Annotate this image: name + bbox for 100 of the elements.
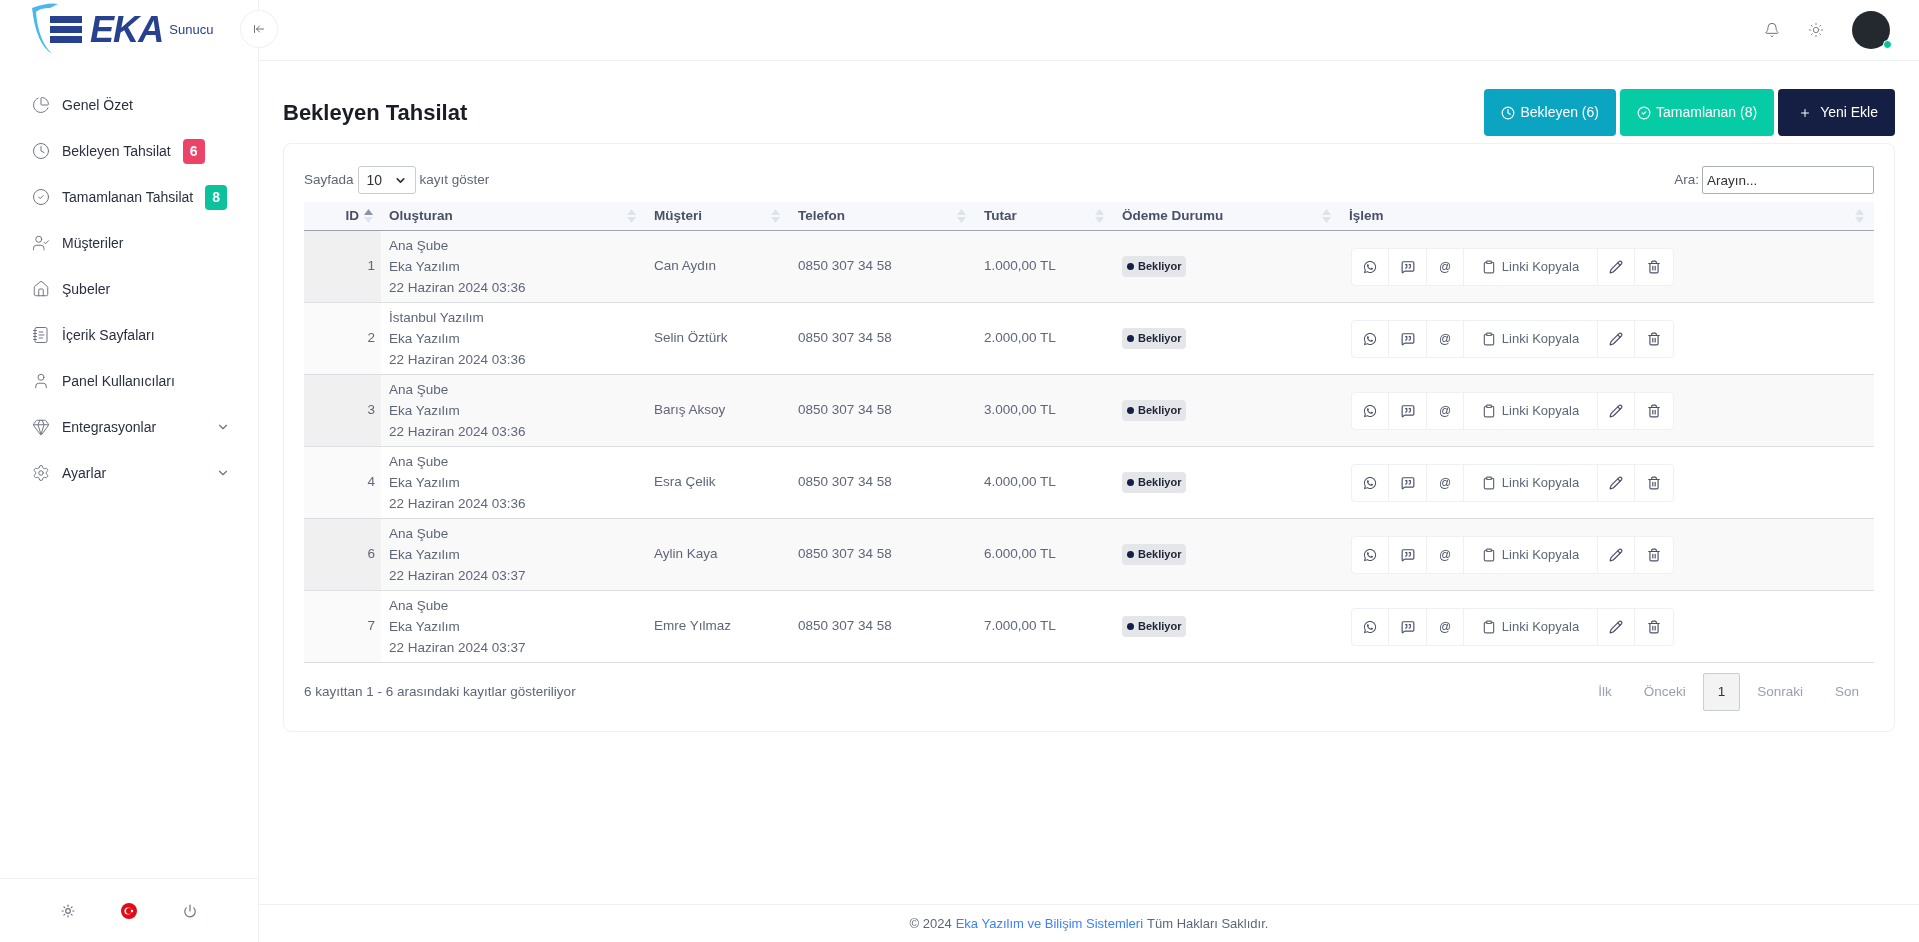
nav-icon: [32, 464, 50, 482]
copy-link-button[interactable]: Linki Kopyala: [1464, 248, 1598, 285]
sidebar-item-label: Şubeler: [62, 279, 111, 299]
email-button[interactable]: @: [1427, 464, 1464, 501]
phone-cell-text: 0850 307 34 58: [798, 473, 892, 492]
column-header[interactable]: Müşteri: [646, 202, 790, 230]
power-icon[interactable]: [183, 903, 197, 918]
page-length-select[interactable]: 10: [357, 166, 416, 194]
pencil-icon: [1609, 331, 1623, 346]
phone-cell-text: 0850 307 34 58: [798, 329, 892, 348]
quote-bubble-icon: [1400, 403, 1415, 418]
clipboard-icon: [1481, 331, 1496, 346]
amount-cell-text: 3.000,00 TL: [984, 401, 1056, 420]
amount-cell-text: 7.000,00 TL: [984, 617, 1056, 636]
theme-icon[interactable]: [61, 903, 75, 918]
column-header[interactable]: Tutar: [976, 202, 1114, 230]
email-button[interactable]: @: [1427, 536, 1464, 573]
clock-icon: [1501, 105, 1516, 120]
id-cell: 6: [304, 519, 381, 590]
column-header[interactable]: İşlem: [1341, 202, 1874, 230]
pencil-icon: [1609, 259, 1623, 274]
header-action-button[interactable]: Yeni Ekle: [1778, 89, 1895, 136]
trash-icon: [1647, 619, 1661, 634]
logo-subtitle: Sunucu: [169, 21, 214, 40]
creator-line: İstanbul Yazılım: [389, 309, 485, 327]
count-badge: 8: [205, 184, 228, 210]
sidebar-item[interactable]: Panel Kullanıcıları: [0, 358, 258, 404]
sidebar-item-label: Tamamlanan Tahsilat: [62, 187, 194, 207]
check-icon: [1637, 105, 1651, 120]
whatsapp-icon: [1363, 475, 1377, 490]
email-button[interactable]: @: [1427, 608, 1464, 645]
amount-cell-text: 4.000,00 TL: [984, 473, 1056, 492]
sidebar-item[interactable]: Entegrasyonlar: [0, 404, 258, 450]
nav-icon: [32, 188, 50, 206]
creator-line: Ana Şube: [389, 237, 450, 255]
quote-bubble-icon: [1400, 475, 1415, 490]
column-header[interactable]: Oluşturan: [381, 202, 646, 230]
search-field[interactable]: Arayın...: [1702, 166, 1874, 194]
whatsapp-icon: [1363, 259, 1377, 274]
count-badge: 6: [182, 138, 205, 164]
amount-cell-text: 2.000,00 TL: [984, 329, 1056, 348]
pagination-button[interactable]: 1: [1702, 673, 1741, 711]
copy-link-button[interactable]: Linki Kopyala: [1464, 536, 1598, 573]
creator-line: 22 Haziran 2024 03:37: [389, 567, 527, 585]
pencil-icon: [1609, 547, 1623, 562]
page-title: Bekleyen Tahsilat: [283, 99, 468, 127]
creator-line: Eka Yazılım: [389, 258, 461, 276]
phone-cell-text: 0850 307 34 58: [798, 257, 892, 276]
amount-cell-text: 1.000,00 TL: [984, 257, 1056, 276]
phone-cell-text: 0850 307 34 58: [798, 545, 892, 564]
sidebar-item-label: İçerik Sayfaları: [62, 325, 155, 345]
email-button[interactable]: @: [1427, 248, 1464, 285]
creator-line: 22 Haziran 2024 03:37: [389, 639, 527, 657]
clipboard-icon: [1481, 619, 1496, 634]
sidebar-item[interactable]: Müşteriler: [0, 220, 258, 266]
user-avatar[interactable]: [1852, 11, 1890, 49]
clipboard-icon: [1481, 403, 1496, 418]
plus-icon: [1799, 106, 1812, 119]
sidebar-item-label: Müşteriler: [62, 233, 124, 253]
creator-line: 22 Haziran 2024 03:36: [389, 495, 527, 513]
sidebar-item-label: Entegrasyonlar: [62, 417, 157, 437]
theme-icon[interactable]: [1808, 22, 1824, 38]
collapse-icon: [253, 23, 265, 35]
status-badge: Bekliyor: [1122, 328, 1187, 349]
notification-icon[interactable]: [1764, 22, 1780, 38]
trash-icon: [1647, 547, 1661, 562]
logo-brand: EKA: [90, 12, 164, 48]
creator-line: 22 Haziran 2024 03:36: [389, 351, 527, 369]
trash-icon: [1647, 403, 1661, 418]
sidebar-item[interactable]: Bekleyen Tahsilat 6: [0, 128, 258, 174]
pencil-icon: [1609, 403, 1623, 418]
whatsapp-icon: [1363, 619, 1377, 634]
column-header[interactable]: Ödeme Durumu: [1114, 202, 1341, 230]
email-button[interactable]: @: [1427, 392, 1464, 429]
copy-link-button[interactable]: Linki Kopyala: [1464, 608, 1598, 645]
phone-cell-text: 0850 307 34 58: [798, 617, 892, 636]
quote-bubble-icon: [1400, 259, 1415, 274]
sidebar-item[interactable]: İçerik Sayfaları: [0, 312, 258, 358]
whatsapp-icon: [1363, 403, 1377, 418]
column-header[interactable]: Telefon: [790, 202, 976, 230]
turkish-flag-icon[interactable]: [121, 902, 137, 919]
quote-bubble-icon: [1400, 547, 1415, 562]
customer-cell-text: Aylin Kaya: [654, 545, 718, 564]
id-cell: 3: [304, 375, 381, 446]
status-badge: Bekliyor: [1122, 544, 1187, 565]
sidebar-item-label: Genel Özet: [62, 95, 133, 115]
copy-link-button[interactable]: Linki Kopyala: [1464, 392, 1598, 429]
phone-cell-text: 0850 307 34 58: [798, 401, 892, 420]
email-button[interactable]: @: [1427, 320, 1464, 357]
sidebar-item[interactable]: Genel Özet: [0, 82, 258, 128]
page-length-label: kayıt göster: [419, 170, 490, 189]
company-link[interactable]: Eka Yazılım ve Bilişim Sistemleri: [955, 913, 1144, 934]
sidebar-item[interactable]: Ayarlar: [0, 450, 258, 496]
column-header[interactable]: ID: [304, 202, 381, 230]
sidebar-item[interactable]: Şubeler: [0, 266, 258, 312]
copy-link-button[interactable]: Linki Kopyala: [1464, 464, 1598, 501]
sidebar-item[interactable]: Tamamlanan Tahsilat 8: [0, 174, 258, 220]
sidebar-item-label: Bekleyen Tahsilat: [62, 141, 171, 161]
copy-link-button[interactable]: Linki Kopyala: [1464, 320, 1598, 357]
customer-cell-text: Selin Öztürk: [654, 329, 728, 348]
